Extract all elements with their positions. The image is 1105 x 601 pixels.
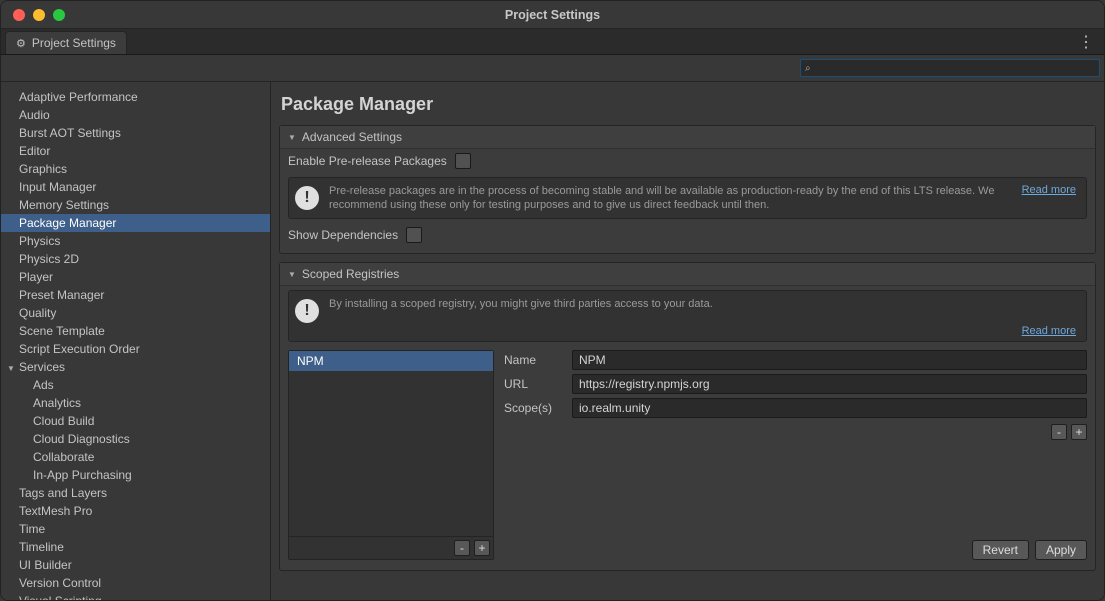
sidebar-item-memory-settings[interactable]: Memory Settings bbox=[1, 196, 270, 214]
search-box[interactable]: ⌕ bbox=[800, 59, 1100, 77]
registry-url-label: URL bbox=[504, 377, 564, 391]
scoped-info-box: ! By installing a scoped registry, you m… bbox=[288, 290, 1087, 342]
sidebar-item-burst-aot-settings[interactable]: Burst AOT Settings bbox=[1, 124, 270, 142]
registry-name-input[interactable] bbox=[572, 350, 1087, 370]
sidebar-item-textmesh-pro[interactable]: TextMesh Pro bbox=[1, 502, 270, 520]
registry-editor: NPM - + Name URL bbox=[280, 346, 1095, 564]
apply-button[interactable]: Apply bbox=[1035, 540, 1087, 560]
show-deps-row: Show Dependencies bbox=[280, 223, 1095, 247]
scoped-info-text: By installing a scoped registry, you mig… bbox=[329, 297, 1076, 311]
sidebar-item-adaptive-performance[interactable]: Adaptive Performance bbox=[1, 88, 270, 106]
registry-list-footer: - + bbox=[289, 536, 493, 559]
tab-menu-button[interactable]: ⋮ bbox=[1068, 29, 1104, 54]
sidebar-item-in-app-purchasing[interactable]: In-App Purchasing bbox=[1, 466, 270, 484]
prerelease-checkbox[interactable] bbox=[455, 153, 471, 169]
prerelease-label: Enable Pre-release Packages bbox=[288, 154, 447, 168]
sidebar-item-collaborate[interactable]: Collaborate bbox=[1, 448, 270, 466]
sidebar-item-quality[interactable]: Quality bbox=[1, 304, 270, 322]
sidebar-item-cloud-build[interactable]: Cloud Build bbox=[1, 412, 270, 430]
sidebar-item-cloud-diagnostics[interactable]: Cloud Diagnostics bbox=[1, 430, 270, 448]
sidebar-item-services[interactable]: Services bbox=[1, 358, 270, 376]
scoped-registries-header[interactable]: ▼ Scoped Registries bbox=[280, 263, 1095, 286]
sidebar-item-player[interactable]: Player bbox=[1, 268, 270, 286]
sidebar-item-timeline[interactable]: Timeline bbox=[1, 538, 270, 556]
add-scope-button[interactable]: + bbox=[1071, 424, 1087, 440]
gear-icon: ⚙ bbox=[16, 37, 26, 50]
registry-item[interactable]: NPM bbox=[289, 351, 493, 371]
scope-buttons: - + bbox=[504, 424, 1087, 440]
registry-list: NPM - + bbox=[288, 350, 494, 560]
prerelease-readmore-link[interactable]: Read more bbox=[1022, 184, 1076, 196]
revert-button[interactable]: Revert bbox=[972, 540, 1029, 560]
titlebar: Project Settings bbox=[1, 1, 1104, 29]
chevron-down-icon: ▼ bbox=[288, 133, 296, 142]
search-row: ⌕ bbox=[1, 55, 1104, 82]
page-title: Package Manager bbox=[281, 94, 1096, 115]
prerelease-info-box: ! Pre-release packages are in the proces… bbox=[288, 177, 1087, 219]
sidebar-item-input-manager[interactable]: Input Manager bbox=[1, 178, 270, 196]
project-settings-window: Project Settings ⚙ Project Settings ⋮ ⌕ … bbox=[0, 0, 1105, 601]
registry-scope-input[interactable] bbox=[572, 398, 1087, 418]
sidebar-item-ui-builder[interactable]: UI Builder bbox=[1, 556, 270, 574]
sidebar-item-graphics[interactable]: Graphics bbox=[1, 160, 270, 178]
sidebar-item-analytics[interactable]: Analytics bbox=[1, 394, 270, 412]
sidebar-item-audio[interactable]: Audio bbox=[1, 106, 270, 124]
sidebar-item-preset-manager[interactable]: Preset Manager bbox=[1, 286, 270, 304]
search-input[interactable] bbox=[815, 61, 1095, 75]
search-icon: ⌕ bbox=[805, 63, 811, 74]
registry-url-input[interactable] bbox=[572, 374, 1087, 394]
window-title: Project Settings bbox=[1, 8, 1104, 22]
scoped-readmore-link[interactable]: Read more bbox=[1022, 325, 1076, 337]
tabbar: ⚙ Project Settings ⋮ bbox=[1, 29, 1104, 55]
show-deps-label: Show Dependencies bbox=[288, 228, 398, 242]
registry-form: Name URL Scope(s) - + bbox=[504, 350, 1087, 560]
chevron-down-icon: ▼ bbox=[288, 270, 296, 279]
prerelease-info-text: Pre-release packages are in the process … bbox=[329, 184, 1012, 212]
show-deps-checkbox[interactable] bbox=[406, 227, 422, 243]
advanced-settings-label: Advanced Settings bbox=[302, 130, 402, 144]
registry-list-items: NPM bbox=[289, 351, 493, 536]
sidebar-item-version-control[interactable]: Version Control bbox=[1, 574, 270, 592]
info-icon: ! bbox=[295, 299, 319, 323]
remove-registry-button[interactable]: - bbox=[454, 540, 470, 556]
add-registry-button[interactable]: + bbox=[474, 540, 490, 556]
sidebar-item-scene-template[interactable]: Scene Template bbox=[1, 322, 270, 340]
sidebar-item-time[interactable]: Time bbox=[1, 520, 270, 538]
sidebar-item-editor[interactable]: Editor bbox=[1, 142, 270, 160]
sidebar-item-physics-2d[interactable]: Physics 2D bbox=[1, 250, 270, 268]
advanced-settings-header[interactable]: ▼ Advanced Settings bbox=[280, 126, 1095, 149]
prerelease-row: Enable Pre-release Packages bbox=[280, 149, 1095, 173]
scoped-registries-panel: ▼ Scoped Registries ! By installing a sc… bbox=[279, 262, 1096, 571]
scoped-registries-label: Scoped Registries bbox=[302, 267, 399, 281]
body: Adaptive PerformanceAudioBurst AOT Setti… bbox=[1, 82, 1104, 600]
sidebar-item-physics[interactable]: Physics bbox=[1, 232, 270, 250]
sidebar-item-package-manager[interactable]: Package Manager bbox=[1, 214, 270, 232]
tab-project-settings[interactable]: ⚙ Project Settings bbox=[5, 31, 127, 54]
registry-form-footer: Revert Apply bbox=[504, 540, 1087, 560]
info-icon: ! bbox=[295, 186, 319, 210]
advanced-settings-panel: ▼ Advanced Settings Enable Pre-release P… bbox=[279, 125, 1096, 254]
tab-label: Project Settings bbox=[32, 36, 116, 50]
content: Package Manager ▼ Advanced Settings Enab… bbox=[271, 82, 1104, 600]
registry-scope-label: Scope(s) bbox=[504, 401, 564, 415]
registry-name-label: Name bbox=[504, 353, 564, 367]
sidebar-item-script-execution-order[interactable]: Script Execution Order bbox=[1, 340, 270, 358]
sidebar: Adaptive PerformanceAudioBurst AOT Setti… bbox=[1, 82, 271, 600]
sidebar-item-tags-and-layers[interactable]: Tags and Layers bbox=[1, 484, 270, 502]
sidebar-item-ads[interactable]: Ads bbox=[1, 376, 270, 394]
sidebar-item-visual-scripting[interactable]: Visual Scripting bbox=[1, 592, 270, 600]
remove-scope-button[interactable]: - bbox=[1051, 424, 1067, 440]
